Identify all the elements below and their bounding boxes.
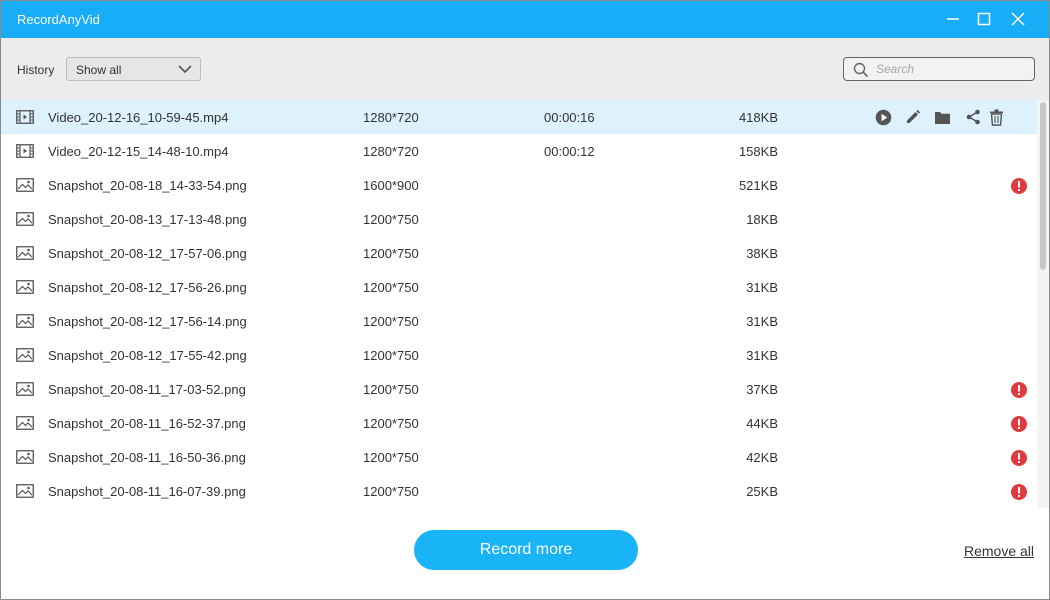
scrollbar[interactable] [1037, 100, 1049, 508]
image-file-icon [16, 314, 34, 331]
history-filter-dropdown[interactable]: Show all [66, 57, 201, 81]
warning-icon[interactable] [1010, 381, 1028, 402]
file-row[interactable]: Video_20-12-16_10-59-45.mp4 1280*720 00:00… [1, 100, 1037, 134]
image-file-icon [16, 178, 34, 195]
image-file-icon [16, 416, 34, 433]
file-row[interactable]: Snapshot_20-08-12_17-56-26.png 1200*750 31… [1, 270, 1037, 304]
image-file-icon [16, 450, 34, 467]
image-file-icon [16, 280, 34, 297]
minimize-button[interactable] [938, 5, 968, 33]
file-size: 42KB [746, 450, 778, 465]
file-name: Snapshot_20-08-12_17-55-42.png [48, 348, 247, 363]
file-name: Video_20-12-15_14-48-10.mp4 [48, 144, 229, 159]
title-bar[interactable]: RecordAnyVid [1, 1, 1049, 38]
file-size: 44KB [746, 416, 778, 431]
image-file-icon [16, 484, 34, 501]
history-filter-value: Show all [76, 63, 122, 77]
edit-icon[interactable] [904, 108, 922, 126]
file-size: 38KB [746, 246, 778, 261]
file-size: 418KB [738, 110, 778, 125]
window-title: RecordAnyVid [17, 12, 100, 27]
maximize-icon [977, 12, 991, 26]
file-row[interactable]: Snapshot_20-08-12_17-57-06.png 1200*750 38… [1, 236, 1037, 270]
image-file-icon [16, 246, 34, 263]
remove-all-link[interactable]: Remove all [964, 543, 1034, 559]
file-resolution: 1280*720 [363, 144, 419, 159]
file-duration: 00:00:12 [544, 144, 595, 159]
warning-icon[interactable] [1010, 483, 1028, 504]
file-size: 18KB [746, 212, 778, 227]
image-file-icon [16, 212, 34, 229]
search-box[interactable] [843, 57, 1035, 81]
warning-icon[interactable] [1010, 449, 1028, 470]
file-name: Snapshot_20-08-11_16-52-37.png [48, 416, 246, 431]
file-name: Snapshot_20-08-12_17-57-06.png [48, 246, 247, 261]
file-row[interactable]: Snapshot_20-08-11_16-52-37.png 1200*750 44… [1, 406, 1037, 440]
file-duration: 00:00:16 [544, 110, 595, 125]
file-resolution: 1200*750 [363, 416, 419, 431]
image-file-icon [16, 382, 34, 399]
chevron-down-icon [178, 65, 192, 74]
file-size: 31KB [746, 280, 778, 295]
file-resolution: 1200*750 [363, 450, 419, 465]
file-resolution: 1200*750 [363, 382, 419, 397]
delete-icon[interactable] [987, 108, 1005, 126]
play-icon[interactable] [874, 108, 892, 126]
search-input[interactable] [876, 61, 1026, 77]
share-icon[interactable] [964, 108, 982, 126]
file-size: 25KB [746, 484, 778, 499]
file-row[interactable]: Snapshot_20-08-11_16-50-36.png 1200*750 42… [1, 440, 1037, 474]
file-row[interactable]: Snapshot_20-08-12_17-56-14.png 1200*750 31… [1, 304, 1037, 338]
file-name: Snapshot_20-08-12_17-56-14.png [48, 314, 247, 329]
file-size: 521KB [738, 178, 778, 193]
minimize-icon [947, 18, 959, 20]
file-row[interactable]: Snapshot_20-08-11_16-07-39.png 1200*750 25… [1, 474, 1037, 508]
image-file-icon [16, 348, 34, 365]
maximize-button[interactable] [969, 5, 999, 33]
file-name: Snapshot_20-08-18_14-33-54.png [48, 178, 247, 193]
history-label: History [17, 63, 55, 77]
file-resolution: 1200*750 [363, 280, 419, 295]
file-row[interactable]: Snapshot_20-08-12_17-55-42.png 1200*750 31… [1, 338, 1037, 372]
warning-icon[interactable] [1010, 177, 1028, 198]
close-button[interactable] [1003, 5, 1033, 33]
file-resolution: 1200*750 [363, 212, 419, 227]
warning-icon[interactable] [1010, 415, 1028, 436]
video-file-icon [16, 144, 34, 161]
file-name: Video_20-12-16_10-59-45.mp4 [48, 110, 229, 125]
file-resolution: 1200*750 [363, 246, 419, 261]
file-name: Snapshot_20-08-11_16-50-36.png [48, 450, 246, 465]
file-row[interactable]: Snapshot_20-08-13_17-13-48.png 1200*750 18… [1, 202, 1037, 236]
file-name: Snapshot_20-08-11_16-07-39.png [48, 484, 246, 499]
file-name: Snapshot_20-08-12_17-56-26.png [48, 280, 247, 295]
app-window: RecordAnyVid History Show all Video_20-1… [0, 0, 1050, 600]
file-size: 31KB [746, 314, 778, 329]
scrollbar-thumb[interactable] [1040, 102, 1046, 270]
toolbar: History Show all [1, 38, 1049, 100]
folder-icon[interactable] [933, 108, 951, 126]
file-resolution: 1600*900 [363, 178, 419, 193]
search-icon [853, 62, 869, 78]
file-row[interactable]: Video_20-12-15_14-48-10.mp4 1280*720 00:00… [1, 134, 1037, 168]
file-resolution: 1200*750 [363, 348, 419, 363]
file-list: Video_20-12-16_10-59-45.mp4 1280*720 00:00… [1, 100, 1049, 508]
file-name: Snapshot_20-08-13_17-13-48.png [48, 212, 247, 227]
file-size: 31KB [746, 348, 778, 363]
file-size: 37KB [746, 382, 778, 397]
file-name: Snapshot_20-08-11_17-03-52.png [48, 382, 246, 397]
file-resolution: 1280*720 [363, 110, 419, 125]
file-size: 158KB [738, 144, 778, 159]
close-icon [1011, 12, 1025, 26]
video-file-icon [16, 110, 34, 127]
file-row[interactable]: Snapshot_20-08-18_14-33-54.png 1600*900 52… [1, 168, 1037, 202]
record-more-button[interactable]: Record more [414, 530, 638, 570]
file-resolution: 1200*750 [363, 314, 419, 329]
file-resolution: 1200*750 [363, 484, 419, 499]
file-row[interactable]: Snapshot_20-08-11_17-03-52.png 1200*750 37… [1, 372, 1037, 406]
